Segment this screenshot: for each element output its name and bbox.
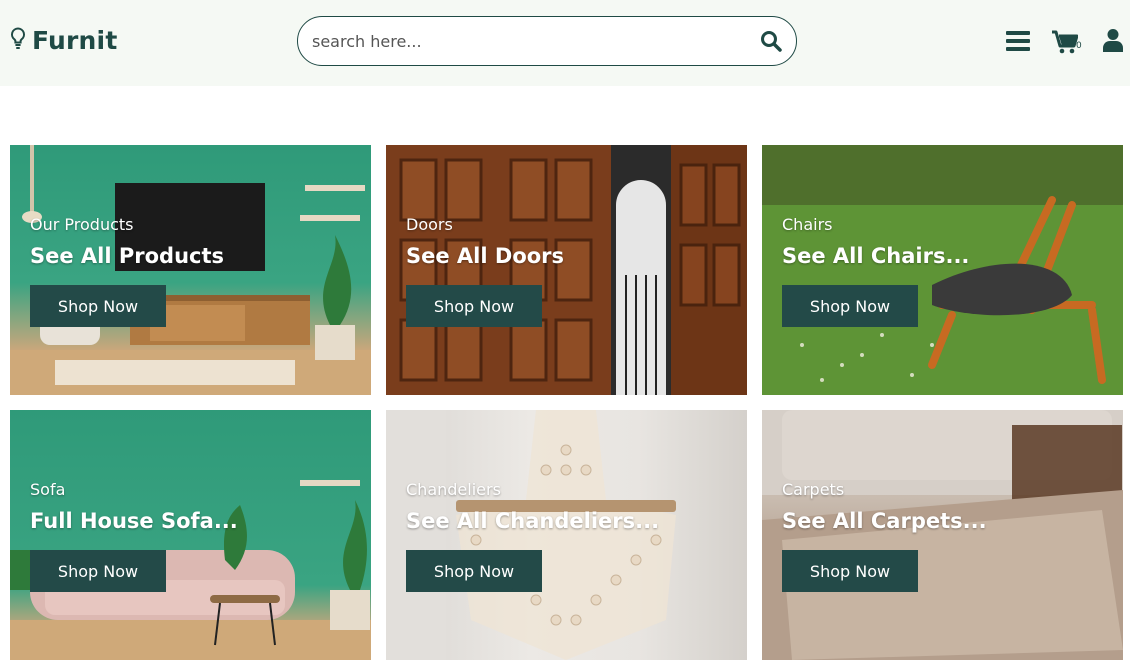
sofa-image (10, 410, 371, 660)
cart-count-badge: 0 (1076, 41, 1082, 51)
living-room-image (10, 145, 371, 395)
search-input[interactable] (312, 31, 760, 51)
card-subtitle: Chairs (782, 215, 833, 234)
doors-image (386, 145, 747, 395)
card-subtitle: Carpets (782, 480, 845, 499)
search-bar (297, 16, 797, 66)
category-card-doors[interactable]: Doors See All Doors Shop Now (386, 145, 747, 395)
card-title: See All Chairs... (782, 244, 970, 268)
card-subtitle: Sofa (30, 480, 66, 499)
search-icon[interactable] (760, 30, 782, 52)
category-grid: Our Products See All Products Shop Now D… (10, 145, 1123, 660)
card-subtitle: Our Products (30, 215, 134, 234)
category-card-chandeliers[interactable]: Chandeliers See All Chandeliers... Shop … (386, 410, 747, 660)
category-card-products[interactable]: Our Products See All Products Shop Now (10, 145, 371, 395)
logo[interactable]: Furnit (10, 26, 117, 55)
category-card-chairs[interactable]: Chairs See All Chairs... Shop Now (762, 145, 1123, 395)
shop-now-button[interactable]: Shop Now (30, 285, 166, 327)
card-title: See All Doors (406, 244, 565, 268)
lightbulb-icon (10, 26, 26, 55)
top-navbar: Furnit 0 (0, 0, 1130, 86)
shop-now-button[interactable]: Shop Now (406, 550, 542, 592)
chandelier-image (386, 410, 747, 660)
shop-now-button[interactable]: Shop Now (782, 550, 918, 592)
shop-now-button[interactable]: Shop Now (782, 285, 918, 327)
card-text: Chairs See All Chairs... (782, 215, 969, 268)
card-text: Chandeliers See All Chandeliers... (406, 480, 659, 533)
shop-now-button[interactable]: Shop Now (30, 550, 166, 592)
user-icon[interactable] (1103, 28, 1123, 56)
card-title: Full House Sofa... (30, 509, 238, 533)
card-subtitle: Chandeliers (406, 480, 501, 499)
logo-text: Furnit (32, 26, 118, 55)
card-text: Carpets See All Carpets... (782, 480, 987, 533)
card-text: Our Products See All Products (30, 215, 224, 268)
card-text: Doors See All Doors (406, 215, 564, 268)
cart-icon[interactable] (1052, 30, 1079, 58)
nav-icons: 0 (1006, 28, 1124, 58)
card-text: Sofa Full House Sofa... (30, 480, 238, 533)
card-title: See All Products (30, 244, 225, 268)
card-title: See All Chandeliers... (406, 509, 660, 533)
carpet-image (762, 410, 1123, 660)
menu-icon[interactable] (1006, 30, 1030, 56)
chairs-image (762, 145, 1123, 395)
shop-now-button[interactable]: Shop Now (406, 285, 542, 327)
card-subtitle: Doors (406, 215, 453, 234)
category-card-sofa[interactable]: Sofa Full House Sofa... Shop Now (10, 410, 371, 660)
card-title: See All Carpets... (782, 509, 987, 533)
category-card-carpets[interactable]: Carpets See All Carpets... Shop Now (762, 410, 1123, 660)
